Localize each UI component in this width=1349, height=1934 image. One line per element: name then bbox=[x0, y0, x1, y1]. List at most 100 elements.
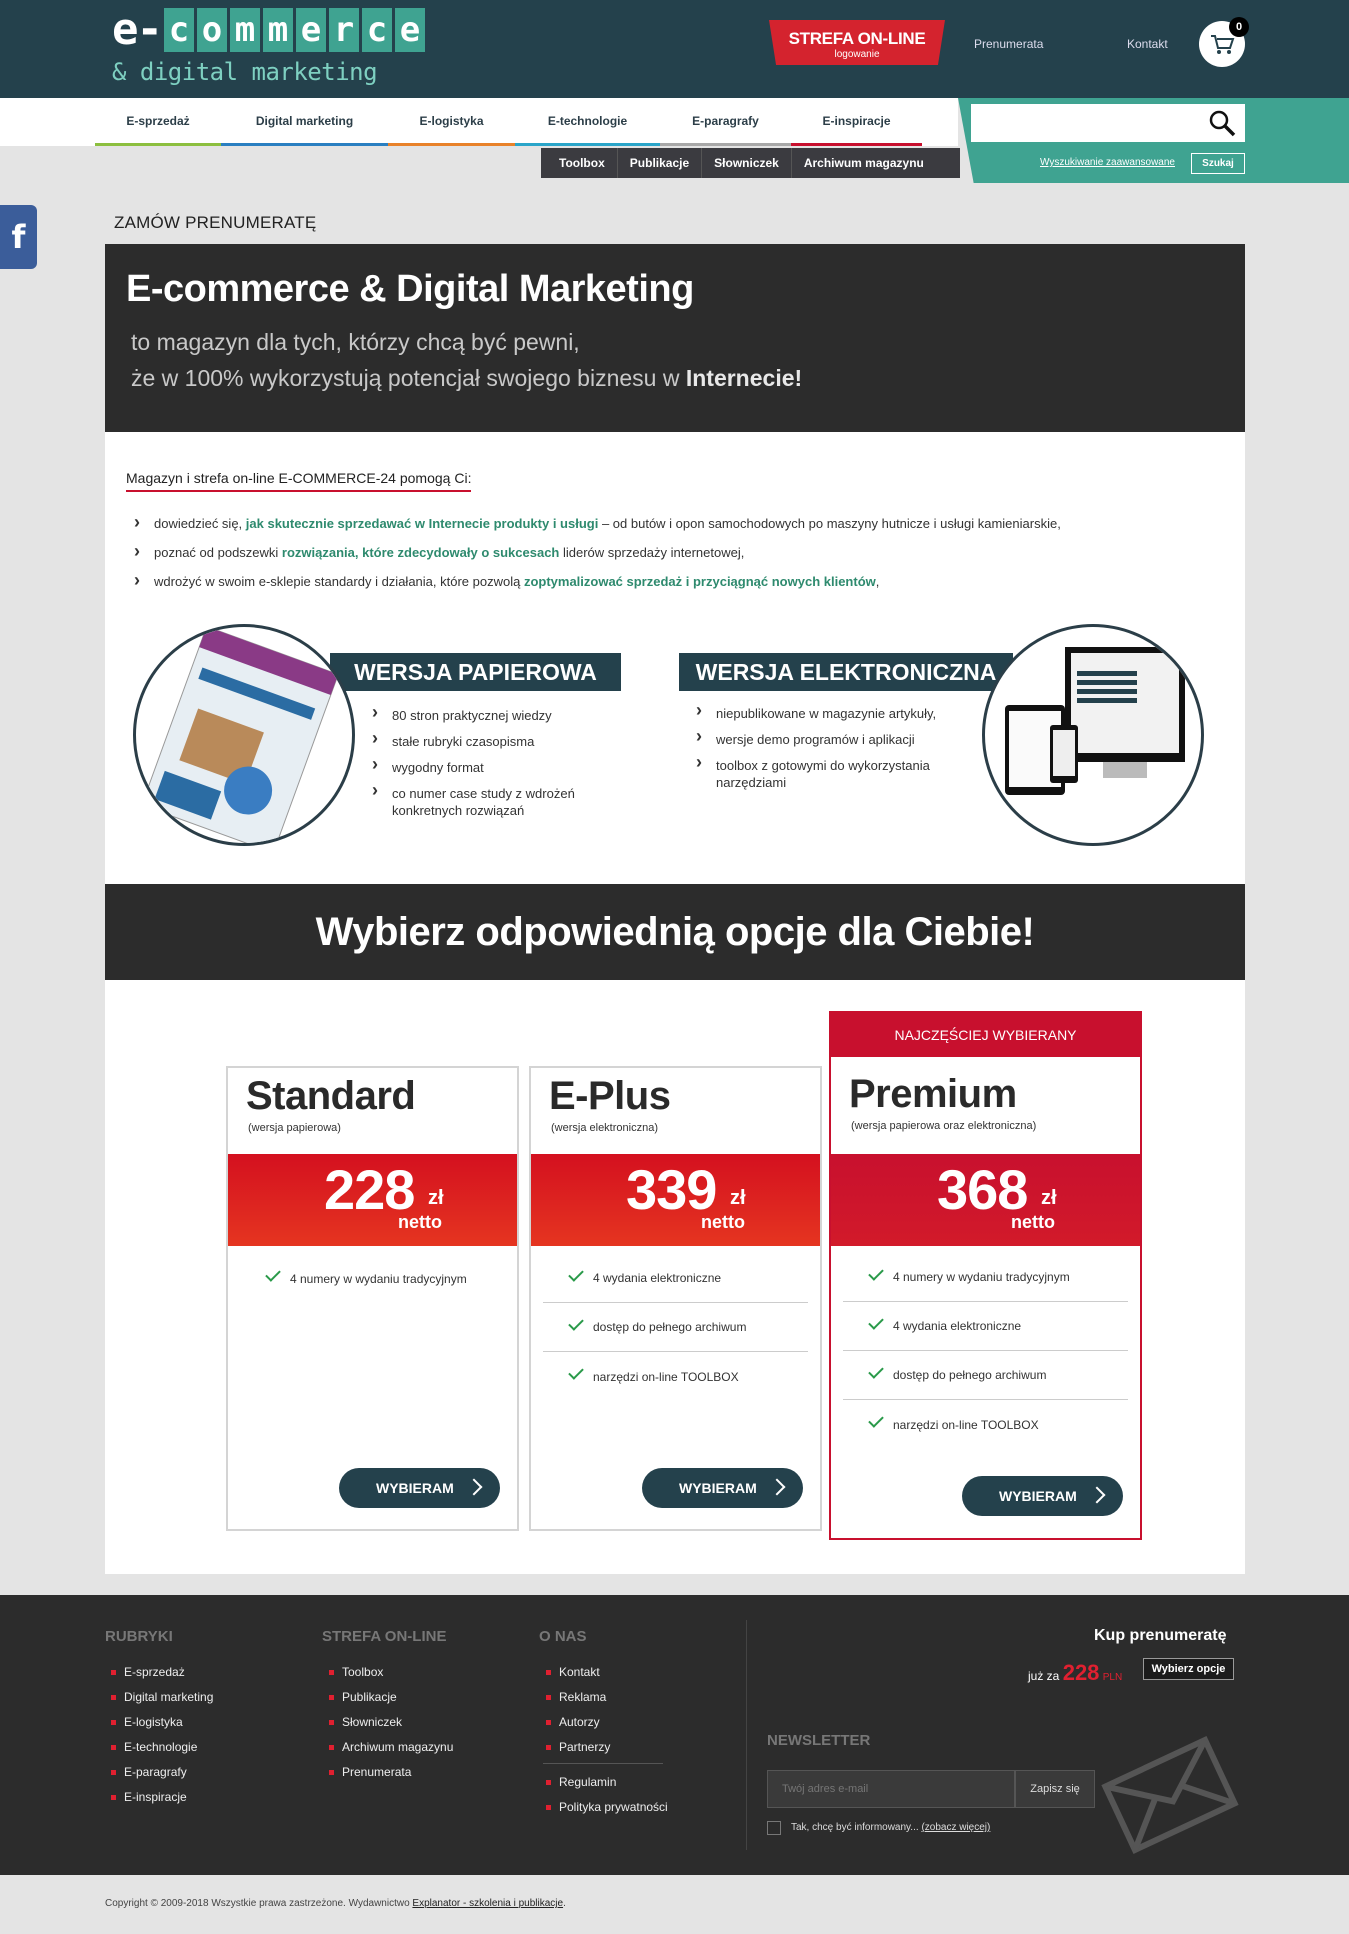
plan-feature: 4 wydania elektroniczne bbox=[543, 1254, 808, 1303]
prenumerata-link[interactable]: Prenumerata bbox=[974, 37, 1043, 51]
footer-link[interactable]: Publikacje bbox=[329, 1690, 397, 1704]
search-icon[interactable] bbox=[1207, 108, 1237, 138]
wybierz-opcje-button[interactable]: Wybierz opcje bbox=[1143, 1658, 1234, 1680]
plan-netto: netto bbox=[398, 1212, 442, 1232]
footer-link[interactable]: Słowniczek bbox=[328, 1715, 402, 1729]
cart-count-badge: 0 bbox=[1229, 17, 1249, 37]
newsletter-email-input[interactable] bbox=[767, 1770, 1015, 1808]
plan-name: E-Plus bbox=[549, 1074, 671, 1118]
footer-link[interactable]: Kontakt bbox=[546, 1665, 600, 1679]
plan-feature: 4 numery w wydaniu tradycyjnym bbox=[240, 1254, 505, 1303]
check-icon bbox=[568, 1315, 584, 1331]
footer-link[interactable]: Digital marketing bbox=[110, 1690, 213, 1704]
footer-link[interactable]: Polityka prywatności bbox=[546, 1800, 668, 1814]
plan-currency: zł bbox=[428, 1187, 444, 1209]
check-icon bbox=[868, 1412, 884, 1428]
plan-netto: netto bbox=[701, 1212, 745, 1232]
footer-link[interactable]: Reklama bbox=[545, 1690, 606, 1704]
nav-item-digital-marketing[interactable]: Digital marketing bbox=[221, 98, 388, 146]
search-button[interactable]: Szukaj bbox=[1191, 153, 1245, 174]
check-icon bbox=[265, 1266, 281, 1282]
price-bar: 368 zł netto bbox=[831, 1154, 1140, 1246]
logo-letter: e bbox=[394, 8, 425, 52]
hero-banner: E-commerce & Digital Marketing to magazy… bbox=[105, 244, 1245, 432]
search-input[interactable] bbox=[971, 104, 1245, 142]
plan-name: Premium bbox=[849, 1072, 1017, 1116]
text: , bbox=[875, 574, 880, 589]
footer-link[interactable]: E-paragrafy bbox=[111, 1765, 187, 1779]
footer-link[interactable]: E-technologie bbox=[110, 1740, 197, 1754]
footer-link[interactable]: Partnerzy bbox=[545, 1740, 610, 1754]
plan-feature: 4 numery w wydaniu tradycyjnym bbox=[843, 1253, 1128, 1302]
plan-feature: dostęp do pełnego archiwum bbox=[543, 1303, 808, 1352]
footer-link[interactable]: Regulamin bbox=[545, 1775, 616, 1789]
footer-link[interactable]: Autorzy bbox=[546, 1715, 600, 1729]
text: poznać od podszewki bbox=[154, 545, 282, 560]
newsletter-consent-checkbox[interactable] bbox=[767, 1821, 781, 1835]
footer-link[interactable]: Prenumerata bbox=[328, 1765, 411, 1779]
subnav-publikacje[interactable]: Publikacje bbox=[618, 148, 703, 178]
kontakt-link[interactable]: Kontakt bbox=[1127, 37, 1168, 51]
plan-card-premium: Premium (wersja papierowa oraz elektroni… bbox=[829, 1057, 1142, 1540]
electronic-features: niepublikowane w magazynie artykuły, wer… bbox=[694, 702, 964, 800]
paper-feature: 80 stron praktycznej wiedzy bbox=[370, 704, 600, 724]
facebook-icon[interactable]: f bbox=[0, 205, 37, 269]
strefa-online-button[interactable]: STREFA ON-LINE logowanie bbox=[769, 20, 945, 65]
text: wdrożyć w swoim e-sklepie standardy i dz… bbox=[154, 574, 524, 589]
plan-feature-text: dostęp do pełnego archiwum bbox=[893, 1368, 1047, 1382]
devices-icon bbox=[1005, 647, 1185, 795]
consent-more-link[interactable]: (zobacz więcej) bbox=[921, 1822, 990, 1833]
nav-item-e-logistyka[interactable]: E-logistyka bbox=[388, 98, 515, 146]
footer-link[interactable]: Archiwum magazynu bbox=[328, 1740, 453, 1754]
text: liderów sprzedaży internetowej, bbox=[559, 545, 745, 560]
check-icon bbox=[868, 1265, 884, 1281]
subnav-archiwum[interactable]: Archiwum magazynu bbox=[792, 148, 936, 178]
publisher-link[interactable]: Explanator - szkolenia i publikacje bbox=[412, 1898, 563, 1909]
plan-sub: (wersja papierowa oraz elektroniczna) bbox=[851, 1120, 1037, 1132]
copyright-text: Copyright © 2009-2018 Wszystkie prawa za… bbox=[105, 1898, 413, 1909]
logo-letter: m bbox=[262, 8, 293, 52]
newsletter-title: NEWSLETTER bbox=[767, 1732, 871, 1749]
nav-item-e-paragrafy[interactable]: E-paragrafy bbox=[660, 98, 791, 146]
subnav-toolbox[interactable]: Toolbox bbox=[541, 148, 618, 178]
check-icon bbox=[568, 1364, 584, 1380]
logo-letter: m bbox=[229, 8, 260, 52]
subnav-slowniczek[interactable]: Słowniczek bbox=[702, 148, 792, 178]
wybieram-button[interactable]: WYBIERAM bbox=[339, 1468, 500, 1508]
nav-item-e-inspiracje[interactable]: E-inspiracje bbox=[791, 98, 922, 146]
nav-item-e-technologie[interactable]: E-technologie bbox=[515, 98, 660, 146]
electronic-feature: wersje demo programów i aplikacji bbox=[694, 728, 964, 748]
logo-e: e- bbox=[112, 4, 163, 55]
juz-za-text: już za bbox=[1028, 1669, 1060, 1683]
footer-link[interactable]: E-logistyka bbox=[111, 1715, 183, 1729]
check-icon bbox=[868, 1314, 884, 1330]
help-title: Magazyn i strefa on-line E-COMMERCE-24 p… bbox=[126, 470, 472, 492]
plan-card-standard: Standard (wersja papierowa) 228 zł netto… bbox=[226, 1066, 519, 1531]
wybieram-button[interactable]: WYBIERAM bbox=[642, 1468, 803, 1508]
help-bullet: wdrożyć w swoim e-sklepie standardy i dz… bbox=[134, 570, 879, 591]
site-logo[interactable]: e- c o m m e r c e bbox=[112, 8, 425, 52]
plan-currency: zł bbox=[730, 1187, 746, 1209]
advanced-search-link[interactable]: Wyszukiwanie zaawansowane bbox=[1040, 157, 1175, 168]
plan-feature-text: narzędzi on-line TOOLBOX bbox=[593, 1369, 739, 1384]
footer-divider bbox=[543, 1763, 663, 1764]
logo-letter: o bbox=[196, 8, 227, 52]
wybieram-button[interactable]: WYBIERAM bbox=[962, 1476, 1123, 1516]
main-nav: E-sprzedaż Digital marketing E-logistyka… bbox=[0, 98, 958, 146]
hero-line-2-bold: Internecie! bbox=[685, 365, 803, 391]
hero-title: E-commerce & Digital Marketing bbox=[126, 268, 694, 310]
teaser-currency: PLN bbox=[1102, 1672, 1123, 1683]
hero-line-2: że w 100% wykorzystują potencjał swojego… bbox=[131, 365, 802, 392]
footer-link[interactable]: E-inspiracje bbox=[111, 1790, 187, 1804]
most-popular-badge: NAJCZĘŚCIEJ WYBIERANY bbox=[829, 1011, 1142, 1057]
highlight: rozwiązania, które zdecydowały o sukcesa… bbox=[281, 545, 560, 560]
logo-letter: c bbox=[361, 8, 392, 52]
newsletter-subscribe-button[interactable]: Zapisz się bbox=[1015, 1770, 1095, 1808]
plan-card-eplus: E-Plus (wersja elektroniczna) 339 zł net… bbox=[529, 1066, 822, 1531]
check-icon bbox=[568, 1266, 584, 1282]
choose-banner: Wybierz odpowiednią opcje dla Ciebie! bbox=[105, 884, 1245, 980]
footer-link[interactable]: Toolbox bbox=[328, 1665, 383, 1679]
footer-col-title: STREFA ON-LINE bbox=[322, 1628, 447, 1645]
nav-item-e-sprzedaz[interactable]: E-sprzedaż bbox=[95, 98, 221, 146]
footer-link[interactable]: E-sprzedaż bbox=[111, 1665, 185, 1679]
